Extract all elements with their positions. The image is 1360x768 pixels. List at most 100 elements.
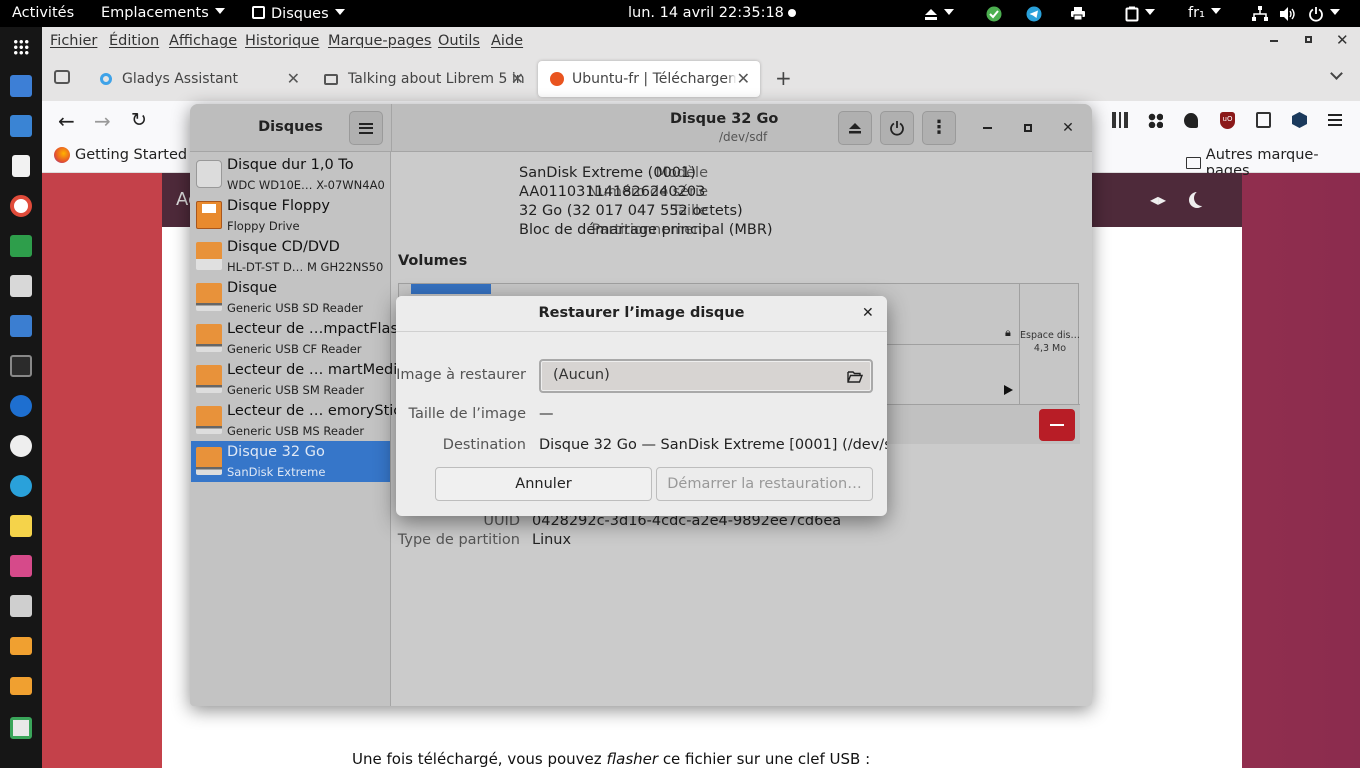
photos-icon[interactable] bbox=[10, 555, 32, 577]
drive-icon[interactable] bbox=[10, 677, 32, 695]
disks-menu-button[interactable] bbox=[349, 111, 383, 145]
dock bbox=[0, 27, 42, 768]
maximize-icon[interactable] bbox=[1305, 36, 1312, 43]
drive-icon bbox=[196, 283, 222, 311]
disks-app-icon bbox=[252, 6, 265, 19]
hamburger-menu-icon[interactable] bbox=[1328, 114, 1342, 126]
trash-icon[interactable] bbox=[10, 717, 32, 739]
menu-tools[interactable]: Outils bbox=[438, 33, 480, 49]
telegram-icon[interactable] bbox=[1026, 5, 1042, 22]
tab-bar: Gladys Assistant ✕ Talking about Librem … bbox=[42, 57, 1360, 101]
lock-icon: 🔒︎ bbox=[1005, 326, 1011, 339]
tab-overview-icon[interactable] bbox=[54, 70, 70, 84]
disk-item-optical[interactable]: Disque CD/DVD HL-DT-ST D… M GH22NS50 bbox=[191, 236, 390, 277]
eject-button[interactable] bbox=[838, 111, 872, 145]
app-grid-icon[interactable] bbox=[13, 39, 29, 55]
tab-ubuntu-fr[interactable]: Ubuntu-fr | Téléchargeme ✕ bbox=[538, 61, 760, 97]
power-icon[interactable] bbox=[1308, 5, 1340, 22]
puzzle-icon[interactable] bbox=[1256, 112, 1271, 128]
cancel-button[interactable]: Annuler bbox=[435, 467, 652, 501]
drive-icon bbox=[196, 365, 222, 393]
drive-icon[interactable] bbox=[10, 637, 32, 655]
new-tab-icon[interactable]: + bbox=[775, 66, 792, 90]
close-tab-icon[interactable]: ✕ bbox=[511, 69, 524, 88]
menu-help[interactable]: Aide bbox=[491, 33, 523, 49]
disk-item-32go[interactable]: Disque 32 Go SanDisk Extreme bbox=[191, 441, 390, 482]
free-space-segment[interactable]: Espace dis… 4,3 Mo bbox=[1020, 284, 1080, 404]
menu-bookmarks[interactable]: Marque-pages bbox=[328, 33, 431, 49]
more-vertical-icon: ⋮ bbox=[930, 117, 948, 138]
destination-label: Destination bbox=[442, 437, 526, 453]
app-menu[interactable]: Disques bbox=[252, 5, 345, 22]
disk-item-ms-reader[interactable]: Lecteur de … emoryStick Generic USB MS R… bbox=[191, 400, 410, 441]
back-icon[interactable]: ← bbox=[58, 109, 75, 133]
thunderbird-icon[interactable] bbox=[10, 395, 32, 417]
places-menu[interactable]: Emplacements bbox=[101, 5, 225, 21]
printer-icon[interactable] bbox=[1070, 5, 1086, 22]
reload-icon[interactable]: ↻ bbox=[131, 109, 147, 131]
disk-item-sd-reader[interactable]: Disque Generic USB SD Reader bbox=[191, 277, 390, 318]
dialog-close-icon[interactable]: ✕ bbox=[862, 305, 874, 321]
ublock-icon[interactable]: uO bbox=[1220, 112, 1235, 129]
addon-icon[interactable] bbox=[1184, 113, 1198, 128]
disk-item-cf-reader[interactable]: Lecteur de …mpactFlash Generic USB CF Re… bbox=[191, 318, 407, 359]
minimize-icon[interactable] bbox=[1270, 40, 1278, 42]
disk-item-hdd[interactable]: Disque dur 1,0 To WDC WD10E… X-07WN4A0 bbox=[191, 154, 390, 195]
disks-icon[interactable] bbox=[10, 75, 32, 97]
image-file-chooser[interactable]: (Aucun) bbox=[539, 359, 873, 393]
dark-mode-moon-icon[interactable] bbox=[1194, 190, 1210, 206]
activities-button[interactable]: Activités bbox=[12, 5, 74, 21]
page-paragraph: Une fois téléchargé, vous pouvez flasher… bbox=[352, 750, 871, 768]
menu-file[interactable]: Fichier bbox=[50, 33, 97, 49]
disk-item-sm-reader[interactable]: Lecteur de … martMedia Generic USB SM Re… bbox=[191, 359, 406, 400]
volume-icon[interactable] bbox=[1280, 5, 1296, 22]
forward-icon[interactable]: → bbox=[94, 109, 111, 133]
disks-sidebar: Disque dur 1,0 To WDC WD10E… X-07WN4A0 D… bbox=[190, 152, 410, 706]
eject-icon[interactable] bbox=[924, 5, 954, 22]
minimize-button[interactable] bbox=[977, 118, 997, 138]
chevron-down-icon[interactable] bbox=[1330, 67, 1343, 80]
keyboard-layout-menu[interactable]: fr₁ bbox=[1188, 5, 1221, 21]
usb-creator-icon[interactable] bbox=[10, 595, 32, 617]
close-icon[interactable]: ✕ bbox=[1336, 31, 1349, 49]
terminal-icon[interactable] bbox=[10, 355, 32, 377]
resize-toggle-icon[interactable]: ◂▸ bbox=[1150, 190, 1166, 209]
calculator-icon[interactable] bbox=[10, 275, 32, 297]
menu-view[interactable]: Affichage bbox=[169, 33, 237, 49]
drive-options-button[interactable]: ⋮ bbox=[922, 111, 956, 145]
library-icon[interactable] bbox=[1112, 112, 1128, 128]
telegram-icon[interactable] bbox=[10, 475, 32, 497]
close-tab-icon[interactable]: ✕ bbox=[726, 69, 750, 88]
close-tab-icon[interactable]: ✕ bbox=[287, 69, 300, 88]
extensions-grid-icon[interactable] bbox=[1148, 113, 1163, 128]
gimp-icon[interactable] bbox=[10, 435, 32, 457]
clock[interactable]: lun. 14 avril 22:35:18 bbox=[628, 5, 784, 21]
folder-icon bbox=[1186, 157, 1201, 169]
play-icon bbox=[1004, 385, 1013, 395]
menu-edit[interactable]: Édition bbox=[109, 33, 159, 49]
check-circle-icon[interactable] bbox=[986, 5, 1002, 22]
spreadsheet-icon[interactable] bbox=[10, 235, 32, 257]
camera-icon[interactable] bbox=[10, 115, 32, 137]
delete-partition-button[interactable] bbox=[1039, 409, 1075, 441]
bookmark-getting-started[interactable]: Getting Started bbox=[54, 147, 187, 163]
drive-icon bbox=[196, 447, 222, 475]
writer-icon[interactable] bbox=[10, 315, 32, 337]
power-off-button[interactable] bbox=[880, 111, 914, 145]
window-title: Disque 32 Go bbox=[670, 111, 779, 127]
document-icon[interactable] bbox=[12, 155, 30, 177]
disk-item-floppy[interactable]: Disque Floppy Floppy Drive bbox=[191, 195, 390, 236]
close-button[interactable]: ✕ bbox=[1058, 118, 1078, 138]
start-restore-button[interactable]: Démarrer la restauration… bbox=[656, 467, 873, 501]
notes-icon[interactable] bbox=[10, 515, 32, 537]
clipboard-icon[interactable] bbox=[1125, 5, 1155, 22]
network-icon[interactable] bbox=[1252, 5, 1268, 22]
shield-icon[interactable] bbox=[1292, 112, 1307, 128]
help-icon[interactable] bbox=[10, 195, 32, 217]
menu-history[interactable]: Historique bbox=[245, 33, 319, 49]
eject-icon bbox=[849, 123, 861, 134]
hdd-icon bbox=[196, 160, 222, 188]
tab-librem[interactable]: Talking about Librem 5 in ✕ bbox=[312, 61, 534, 97]
tab-gladys[interactable]: Gladys Assistant ✕ bbox=[88, 61, 310, 97]
maximize-button[interactable] bbox=[1018, 118, 1038, 138]
